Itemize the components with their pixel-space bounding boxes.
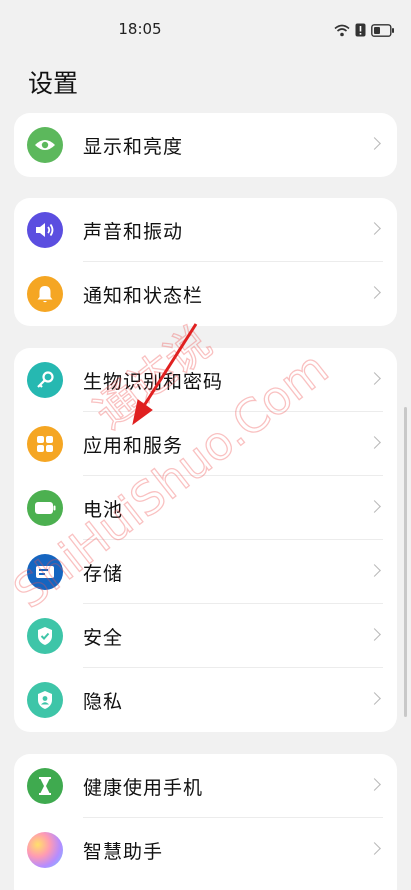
status-bar: 18:05 bbox=[0, 0, 411, 58]
scrollbar[interactable] bbox=[404, 407, 407, 717]
settings-item-digital-wellbeing[interactable]: 健康使用手机 bbox=[14, 754, 397, 818]
eye-icon bbox=[27, 127, 63, 163]
chevron-right-icon bbox=[368, 778, 381, 791]
settings-item-privacy[interactable]: 隐私 bbox=[14, 668, 397, 732]
settings-group-display: 显示和亮度 bbox=[14, 113, 397, 177]
status-time: 18:05 bbox=[118, 20, 162, 38]
chevron-right-icon bbox=[368, 842, 381, 855]
chevron-right-icon bbox=[368, 628, 381, 641]
settings-item-label: 显示和亮度 bbox=[83, 135, 184, 158]
chevron-right-icon bbox=[368, 500, 381, 513]
battery-icon bbox=[371, 22, 395, 41]
key-icon bbox=[27, 362, 63, 398]
settings-item-smart-assistant[interactable]: 智慧助手 bbox=[14, 818, 397, 882]
settings-item-label: 生物识别和密码 bbox=[83, 370, 224, 393]
assistant-orb-icon bbox=[27, 832, 63, 868]
apps-grid-icon bbox=[27, 426, 63, 462]
settings-item-label: 智慧助手 bbox=[83, 840, 164, 863]
page-title: 设置 bbox=[28, 69, 79, 98]
settings-group-sound-notify: 声音和振动 通知和状态栏 bbox=[14, 198, 397, 326]
settings-item-label: 通知和状态栏 bbox=[83, 284, 204, 307]
settings-item-label: 电池 bbox=[83, 498, 124, 521]
settings-item-label: 声音和振动 bbox=[83, 220, 184, 243]
settings-item-storage[interactable]: 存储 bbox=[14, 540, 397, 604]
settings-item-label: 安全 bbox=[83, 626, 124, 649]
settings-item-biometrics-password[interactable]: 生物识别和密码 bbox=[14, 348, 397, 412]
settings-item-battery[interactable]: 电池 bbox=[14, 476, 397, 540]
speaker-icon bbox=[27, 212, 63, 248]
settings-item-sound-vibration[interactable]: 声音和振动 bbox=[14, 198, 397, 262]
hourglass-icon bbox=[27, 768, 63, 804]
shield-check-icon bbox=[27, 618, 63, 654]
chevron-right-icon bbox=[368, 436, 381, 449]
alert-icon bbox=[355, 22, 366, 41]
settings-item-notifications-statusbar[interactable]: 通知和状态栏 bbox=[14, 262, 397, 326]
status-icons bbox=[334, 22, 395, 41]
settings-item-label: 健康使用手机 bbox=[83, 776, 204, 799]
settings-item-label: 应用和服务 bbox=[83, 434, 184, 457]
settings-item-label: 隐私 bbox=[83, 690, 124, 713]
chevron-right-icon bbox=[368, 564, 381, 577]
chevron-right-icon bbox=[368, 372, 381, 385]
wifi-icon bbox=[334, 22, 350, 41]
settings-group-wellbeing: 健康使用手机 智慧助手 bbox=[14, 754, 397, 890]
chevron-right-icon bbox=[368, 692, 381, 705]
chevron-right-icon bbox=[368, 286, 381, 299]
settings-group-system: 生物识别和密码 应用和服务 电池 存储 安全 隐私 bbox=[14, 348, 397, 732]
bell-icon bbox=[27, 276, 63, 312]
settings-item-apps-services[interactable]: 应用和服务 bbox=[14, 412, 397, 476]
chevron-right-icon bbox=[368, 137, 381, 150]
settings-item-label: 存储 bbox=[83, 562, 124, 585]
storage-icon bbox=[27, 554, 63, 590]
settings-item-display-brightness[interactable]: 显示和亮度 bbox=[14, 113, 397, 177]
settings-item-security[interactable]: 安全 bbox=[14, 604, 397, 668]
privacy-shield-icon bbox=[27, 682, 63, 718]
chevron-right-icon bbox=[368, 222, 381, 235]
battery-icon bbox=[27, 490, 63, 526]
